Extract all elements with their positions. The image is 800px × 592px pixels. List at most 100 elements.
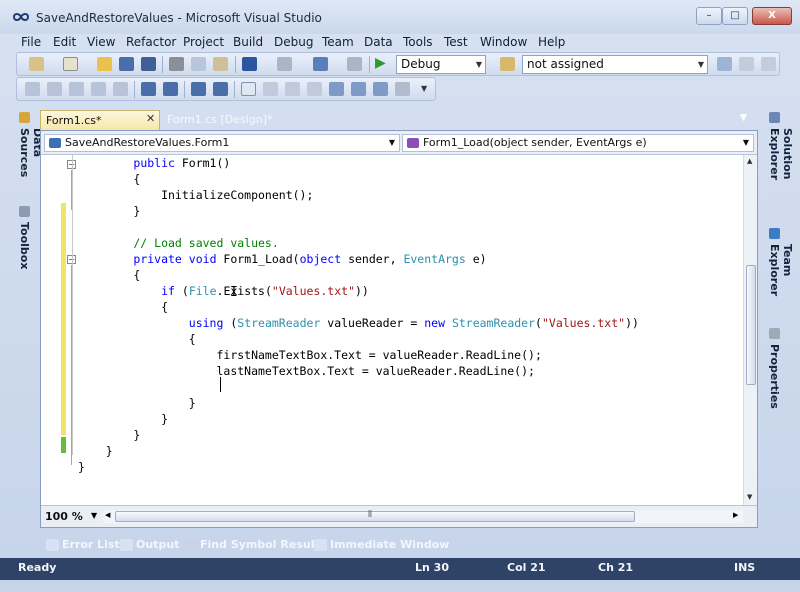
open-file-icon[interactable] <box>97 57 112 71</box>
tab-find-symbol-results[interactable]: Find Symbol Results <box>182 536 326 555</box>
menu-team[interactable]: Team <box>322 35 354 49</box>
undo-icon[interactable] <box>242 57 257 71</box>
types-value: SaveAndRestoreValues.Form1 <box>65 136 230 149</box>
close-button[interactable]: X <box>752 7 792 25</box>
code-line: } <box>78 411 168 427</box>
string-literal: "Values.txt" <box>271 284 355 298</box>
unsaved-changes-marker <box>61 203 66 435</box>
copy-icon[interactable] <box>191 57 206 71</box>
increase-indent-icon[interactable] <box>163 82 178 96</box>
find-in-files-icon[interactable] <box>500 57 515 71</box>
comment-lines-icon[interactable] <box>191 82 206 96</box>
menu-debug[interactable]: Debug <box>274 35 313 49</box>
previous-bookmark-in-folder-icon[interactable] <box>307 82 322 96</box>
chevron-down-icon[interactable]: ▼ <box>740 113 747 123</box>
keyword-token: void <box>188 252 217 266</box>
start-debugging-icon[interactable]: ▶ <box>375 55 386 71</box>
minimize-button[interactable]: – <box>696 7 722 25</box>
redo-icon[interactable] <box>277 57 292 71</box>
navigate-forward-icon[interactable] <box>347 57 362 71</box>
navigate-backward-icon[interactable] <box>313 57 328 71</box>
scroll-left-icon[interactable]: ◀ <box>105 511 110 519</box>
solution-configuration-value: Debug <box>401 57 441 71</box>
team-explorer-label: Team Explorer <box>768 244 794 297</box>
horizontal-scrollbar[interactable]: ◀ ⦀ ▶ <box>103 510 743 523</box>
parameter-info-icon[interactable] <box>47 82 62 96</box>
next-bookmark-in-document-icon[interactable] <box>373 82 388 96</box>
types-dropdown[interactable]: SaveAndRestoreValues.Form1 ▼ <box>44 134 400 152</box>
menu-test[interactable]: Test <box>444 35 468 49</box>
keyword-token: if <box>161 284 175 298</box>
code-line: { <box>78 267 140 283</box>
text-editor-toolbar: ▼ <box>16 77 436 101</box>
editor-bottom-bar: 100 % ▼ ◀ ⦀ ▶ <box>41 505 757 527</box>
tab-data-sources[interactable]: Data Sources <box>14 110 44 200</box>
scroll-up-icon[interactable]: ▲ <box>747 157 752 165</box>
scroll-down-icon[interactable]: ▼ <box>747 493 752 501</box>
toolbar-options-icon[interactable]: ▼ <box>421 84 427 93</box>
paste-icon[interactable] <box>213 57 228 71</box>
complete-word-icon[interactable] <box>91 82 106 96</box>
save-icon[interactable] <box>119 57 134 71</box>
toggle-bookmark-icon[interactable] <box>241 82 256 96</box>
next-bookmark-in-folder-icon[interactable] <box>329 82 344 96</box>
horizontal-scroll-thumb[interactable]: ⦀ <box>115 510 635 522</box>
maximize-button[interactable]: □ <box>722 7 748 25</box>
close-tab-icon[interactable]: ✕ <box>146 112 155 125</box>
visual-studio-logo-icon <box>13 13 29 21</box>
menu-build[interactable]: Build <box>233 35 263 49</box>
code-text-area[interactable]: − − public Form1() { InitializeComponent… <box>41 155 743 505</box>
status-character: Ch 21 <box>598 561 634 574</box>
tab-properties[interactable]: Properties <box>764 326 786 409</box>
save-all-icon[interactable] <box>141 57 156 71</box>
immediate-window-icon <box>314 539 327 551</box>
solution-configuration-dropdown[interactable]: Debug ▼ <box>396 55 486 74</box>
members-dropdown[interactable]: Form1_Load(object sender, EventArgs e) ▼ <box>402 134 754 152</box>
clear-bookmarks-icon[interactable] <box>395 82 410 96</box>
menu-help[interactable]: Help <box>538 35 565 49</box>
code-text: { <box>78 300 169 314</box>
properties-icon[interactable] <box>761 57 776 71</box>
chevron-down-icon: ▼ <box>475 60 482 69</box>
platform-dropdown[interactable]: not assigned ▼ <box>522 55 708 74</box>
new-project-icon[interactable] <box>29 57 44 71</box>
menu-tools[interactable]: Tools <box>403 35 433 49</box>
tab-team-explorer[interactable]: Team Explorer <box>764 226 794 326</box>
menu-view[interactable]: View <box>87 35 115 49</box>
tab-form1-cs[interactable]: Form1.cs* <box>40 110 160 130</box>
object-browser-icon[interactable] <box>25 82 40 96</box>
code-line: } <box>78 203 140 219</box>
list-members-icon[interactable] <box>113 82 128 96</box>
find-icon[interactable] <box>717 57 732 71</box>
vertical-scrollbar[interactable]: ▲ ▼ <box>743 155 757 505</box>
cut-icon[interactable] <box>169 57 184 71</box>
tab-solution-explorer[interactable]: Solution Explorer <box>764 110 794 222</box>
vertical-scroll-thumb[interactable] <box>746 265 756 385</box>
tab-output[interactable]: Output <box>118 536 179 555</box>
menu-project[interactable]: Project <box>183 35 224 49</box>
add-item-icon[interactable] <box>63 57 78 71</box>
menu-window[interactable]: Window <box>480 35 527 49</box>
menu-file[interactable]: File <box>21 35 41 49</box>
decrease-indent-icon[interactable] <box>141 82 156 96</box>
zoom-level[interactable]: 100 % <box>45 510 83 523</box>
scroll-right-icon[interactable]: ▶ <box>733 511 738 519</box>
solution-explorer-icon[interactable] <box>739 57 754 71</box>
tab-immediate-window[interactable]: Immediate Window <box>312 536 449 555</box>
uncomment-lines-icon[interactable] <box>213 82 228 96</box>
next-bookmark-icon[interactable] <box>285 82 300 96</box>
menu-data[interactable]: Data <box>364 35 393 49</box>
chevron-down-icon[interactable]: ▼ <box>91 511 97 520</box>
quick-info-icon[interactable] <box>69 82 84 96</box>
type-token: EventArgs <box>403 252 466 266</box>
status-column: Col 21 <box>507 561 546 574</box>
tab-form1-design[interactable]: Form1.cs [Design]* <box>162 110 278 130</box>
previous-bookmark-icon[interactable] <box>263 82 278 96</box>
tab-error-list[interactable]: Error List <box>44 536 120 555</box>
menu-edit[interactable]: Edit <box>53 35 76 49</box>
tab-toolbox[interactable]: Toolbox <box>14 204 36 274</box>
menu-refactor[interactable]: Refactor <box>126 35 176 49</box>
menu-bar: File Edit View Refactor Project Build De… <box>0 34 800 52</box>
previous-bookmark-in-document-icon[interactable] <box>351 82 366 96</box>
mouse-ibeam-cursor-icon: I <box>230 285 238 300</box>
